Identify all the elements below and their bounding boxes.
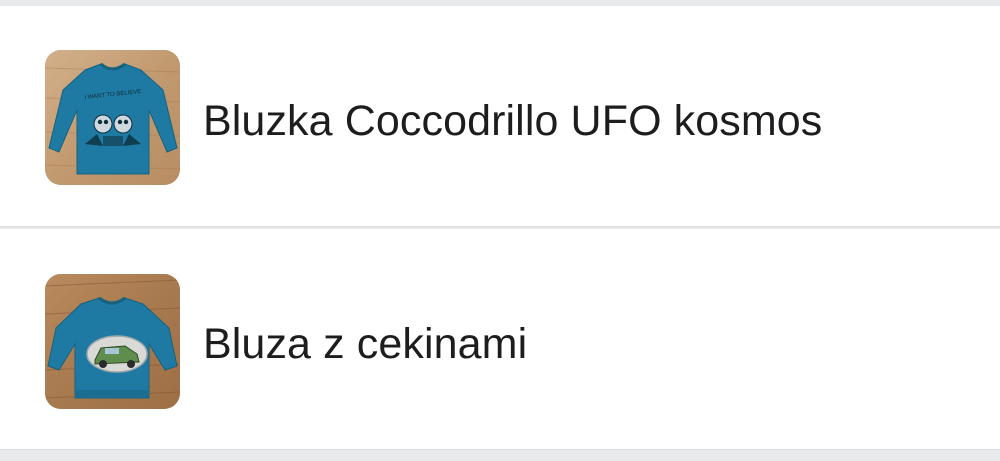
- item-title: Bluzka Coccodrillo UFO kosmos: [203, 97, 823, 145]
- item-title: Bluza z cekinami: [203, 320, 528, 368]
- product-thumbnail: [45, 274, 180, 409]
- list-item[interactable]: Bluza z cekinami: [0, 229, 1000, 450]
- product-list: I WANT TO BELIEVE Bluzka Coccodrillo UFO…: [0, 0, 1000, 461]
- list-item[interactable]: I WANT TO BELIEVE Bluzka Coccodrillo UFO…: [0, 6, 1000, 227]
- product-thumbnail: I WANT TO BELIEVE: [45, 50, 180, 185]
